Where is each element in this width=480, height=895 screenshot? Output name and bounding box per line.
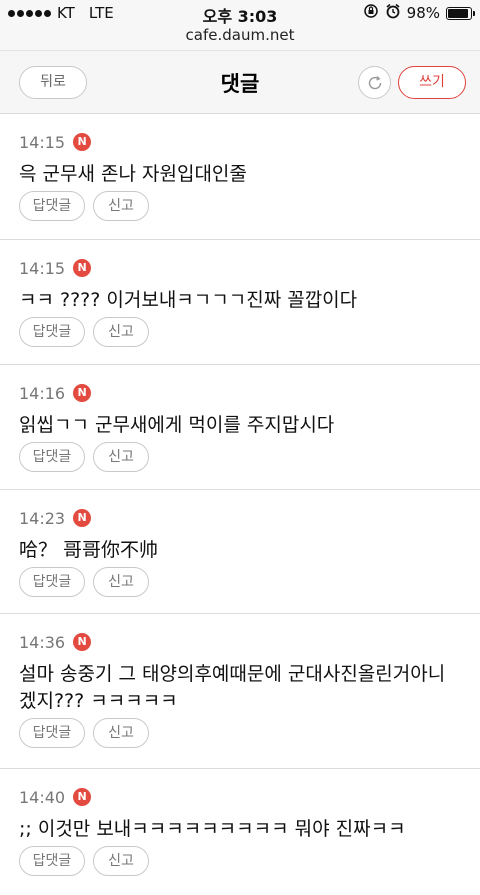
comment-item: 14:36 N 설마 송중기 그 태양의후예때문에 군대사진올린거아니겠지???… bbox=[0, 614, 480, 769]
comment-text: 윽 군무새 존나 자원입대인줄 bbox=[19, 163, 247, 185]
new-badge: N bbox=[73, 259, 92, 277]
write-button[interactable]: 쓰기 bbox=[398, 66, 466, 99]
comment-text: 哈？ 哥哥你不帅 bbox=[19, 539, 159, 561]
report-button[interactable]: 신고 bbox=[93, 191, 149, 221]
reply-button[interactable]: 답댓글 bbox=[19, 317, 85, 347]
reply-button[interactable]: 답댓글 bbox=[19, 442, 85, 472]
comment-text: ㅋㅋ ???? 이거보내ㅋㄱㄱㄱ진짜 꼴깝이다 bbox=[19, 289, 358, 311]
report-button[interactable]: 신고 bbox=[93, 442, 149, 472]
comment-list: 14:15 N 윽 군무새 존나 자원입대인줄 답댓글 신고 14:15 N ㅋ… bbox=[0, 114, 480, 895]
new-badge: N bbox=[73, 633, 92, 651]
comment-time: 14:15 bbox=[19, 132, 66, 152]
reply-button[interactable]: 답댓글 bbox=[19, 567, 85, 597]
comment-item: 14:15 N ㅋㅋ ???? 이거보내ㅋㄱㄱㄱ진짜 꼴깝이다 답댓글 신고 bbox=[0, 240, 480, 365]
refresh-icon bbox=[368, 75, 381, 89]
refresh-button[interactable] bbox=[358, 66, 391, 99]
report-button[interactable]: 신고 bbox=[93, 317, 149, 347]
comment-text: ;; 이것만 보내ㅋㅋㅋㅋㅋㅋㅋㅋㅋ 뭐야 진짜ㅋㅋ bbox=[19, 818, 406, 840]
comment-text: 읽씹ㄱㄱ 군무새에게 먹이를 주지맙시다 bbox=[19, 414, 335, 436]
reply-button[interactable]: 답댓글 bbox=[19, 191, 85, 221]
comments-header: 뒤로 댓글 쓰기 bbox=[0, 50, 480, 114]
new-badge: N bbox=[73, 133, 92, 151]
comment-item: 14:15 N 윽 군무새 존나 자원입대인줄 답댓글 신고 bbox=[0, 114, 480, 240]
battery-percent: 98% bbox=[406, 4, 440, 22]
new-badge: N bbox=[73, 384, 92, 402]
comment-time: 14:23 bbox=[19, 508, 66, 528]
comment-time: 14:16 bbox=[19, 383, 66, 403]
battery-icon bbox=[446, 6, 475, 20]
status-bar: KT LTE 오후 3:03 98% bbox=[0, 0, 480, 26]
reply-button[interactable]: 답댓글 bbox=[19, 846, 85, 876]
report-button[interactable]: 신고 bbox=[93, 718, 149, 748]
report-button[interactable]: 신고 bbox=[93, 846, 149, 876]
comment-text: 설마 송중기 그 태양의후예때문에 군대사진올린거아니겠지??? ㅋㅋㅋㅋㅋ bbox=[19, 663, 446, 712]
reply-button[interactable]: 답댓글 bbox=[19, 718, 85, 748]
alarm-icon bbox=[385, 3, 401, 23]
new-badge: N bbox=[73, 788, 92, 806]
comment-item: 14:23 N 哈？ 哥哥你不帅 답댓글 신고 bbox=[0, 490, 480, 614]
status-right: 98% bbox=[363, 3, 475, 23]
comment-time: 14:15 bbox=[19, 258, 66, 278]
rotation-lock-icon bbox=[363, 3, 379, 23]
comment-time: 14:40 bbox=[19, 787, 66, 807]
report-button[interactable]: 신고 bbox=[93, 567, 149, 597]
comment-time: 14:36 bbox=[19, 632, 66, 652]
url-bar[interactable]: cafe.daum.net bbox=[0, 26, 480, 50]
new-badge: N bbox=[73, 509, 92, 527]
comment-item: 14:16 N 읽씹ㄱㄱ 군무새에게 먹이를 주지맙시다 답댓글 신고 bbox=[0, 365, 480, 490]
comment-item: 14:40 N ;; 이것만 보내ㅋㅋㅋㅋㅋㅋㅋㅋㅋ 뭐야 진짜ㅋㅋ 답댓글 신… bbox=[0, 769, 480, 895]
